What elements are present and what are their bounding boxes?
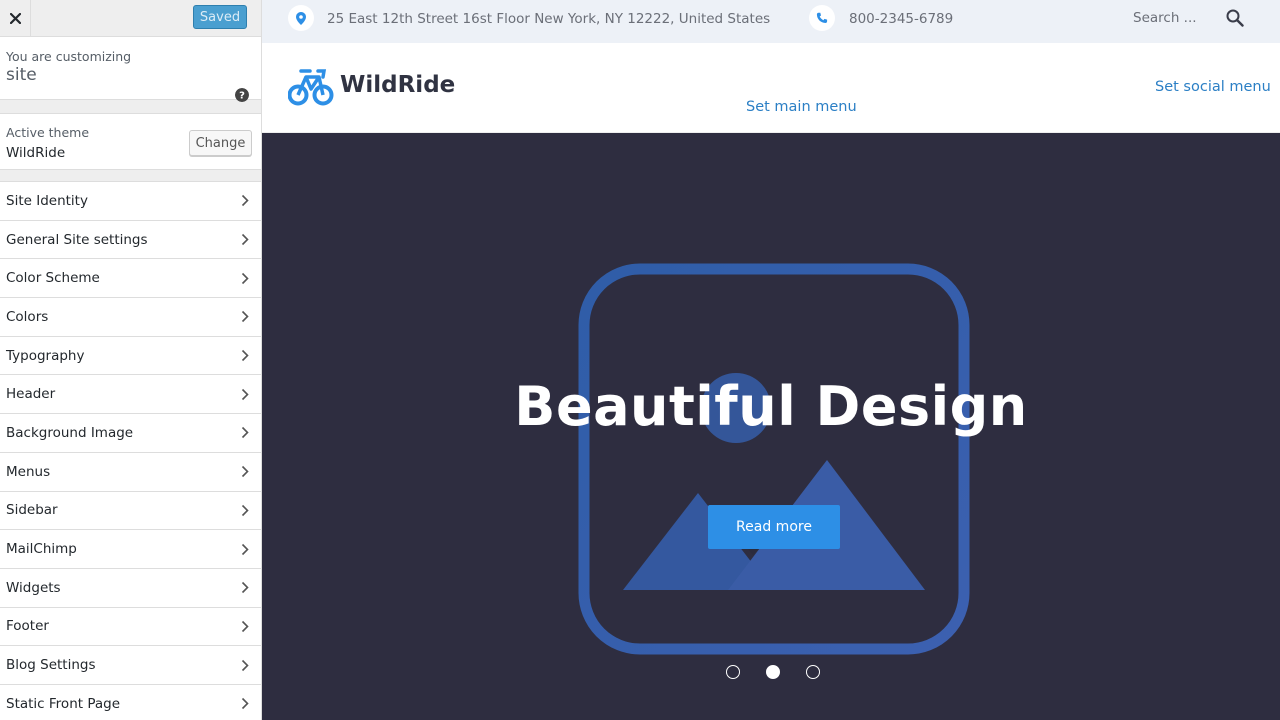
slider-dot-3[interactable] xyxy=(806,665,820,679)
customizer-sidebar: Saved You are customizing site ? Active … xyxy=(0,0,262,720)
section-typography[interactable]: Typography xyxy=(0,336,261,376)
customizing-target: site xyxy=(6,65,37,85)
section-header[interactable]: Header xyxy=(0,375,261,415)
section-label: MailChimp xyxy=(6,541,77,558)
phone-icon xyxy=(809,5,835,31)
site-address: 25 East 12th Street 16st Floor New York,… xyxy=(327,11,771,27)
close-icon xyxy=(9,12,21,24)
site-preview: 25 East 12th Street 16st Floor New York,… xyxy=(262,0,1280,720)
sidebar-divider xyxy=(0,170,261,182)
hero-illustration xyxy=(578,263,970,655)
section-label: Widgets xyxy=(6,579,61,596)
slider-dot-2[interactable] xyxy=(766,665,780,679)
chevron-right-icon xyxy=(241,350,249,362)
customizing-label: You are customizing xyxy=(6,49,132,64)
section-label: Static Front Page xyxy=(6,695,121,712)
section-label: Typography xyxy=(6,347,85,364)
svg-text:?: ? xyxy=(239,91,245,102)
help-icon[interactable]: ? xyxy=(235,88,249,102)
bicycle-logo-icon xyxy=(288,69,334,106)
section-menus[interactable]: Menus xyxy=(0,452,261,492)
chevron-right-icon xyxy=(241,233,249,246)
hero-title: Beautiful Design xyxy=(514,375,1028,438)
site-header: WildRide Set main menu Set social menu xyxy=(262,43,1280,133)
customizer-header: Saved xyxy=(0,0,261,37)
slider-pagination xyxy=(726,665,820,679)
section-label: Footer xyxy=(6,618,49,635)
section-label: Menus xyxy=(6,463,51,480)
site-logo[interactable]: WildRide xyxy=(288,62,455,108)
section-label: Colors xyxy=(6,308,49,325)
app: Saved You are customizing site ? Active … xyxy=(0,0,1280,720)
chevron-right-icon xyxy=(241,543,249,555)
section-label: General Site settings xyxy=(6,231,148,248)
section-background-image[interactable]: Background Image xyxy=(0,414,261,453)
customizing-info: You are customizing site ? xyxy=(0,37,261,102)
chevron-right-icon xyxy=(241,620,249,632)
map-pin-icon xyxy=(288,5,314,31)
active-theme-panel: Active theme WildRide Change xyxy=(0,114,261,170)
logo-text: WildRide xyxy=(340,72,456,98)
slider-dot-1[interactable] xyxy=(726,665,740,679)
site-topbar: 25 East 12th Street 16st Floor New York,… xyxy=(262,0,1280,43)
section-widgets[interactable]: Widgets xyxy=(0,568,261,608)
section-static-front-page[interactable]: Static Front Page xyxy=(0,684,261,720)
section-label: Color Scheme xyxy=(6,270,100,287)
saved-button[interactable]: Saved xyxy=(193,5,247,29)
read-more-button[interactable]: Read more xyxy=(708,505,840,555)
set-main-menu-link[interactable]: Set main menu xyxy=(746,99,857,115)
chevron-right-icon xyxy=(241,659,249,671)
chevron-right-icon xyxy=(241,195,249,207)
section-label: Header xyxy=(6,386,56,403)
search-icon[interactable] xyxy=(1226,9,1244,27)
hero-slider: Beautiful Design Read more xyxy=(262,133,1280,720)
chevron-right-icon xyxy=(241,272,249,284)
section-general-site-settings[interactable]: General Site settings xyxy=(0,220,261,260)
chevron-right-icon xyxy=(241,388,249,400)
set-social-menu-link[interactable]: Set social menu xyxy=(1155,79,1271,95)
section-colors[interactable]: Colors xyxy=(0,298,261,337)
section-blog-settings[interactable]: Blog Settings xyxy=(0,646,261,685)
section-label: Site Identity xyxy=(6,192,88,209)
change-theme-button[interactable]: Change xyxy=(189,130,252,156)
chevron-right-icon xyxy=(241,311,249,323)
chevron-right-icon xyxy=(241,582,249,594)
site-phone: 800-2345-6789 xyxy=(849,11,954,27)
chevron-right-icon xyxy=(241,466,249,478)
customizer-sections: Site Identity General Site settings Colo… xyxy=(0,182,261,720)
section-color-scheme[interactable]: Color Scheme xyxy=(0,259,261,299)
chevron-right-icon xyxy=(241,427,249,439)
section-label: Sidebar xyxy=(6,502,58,519)
section-site-identity[interactable]: Site Identity xyxy=(0,182,261,221)
section-label: Background Image xyxy=(6,424,134,441)
search-input[interactable]: Search ... xyxy=(1133,10,1197,26)
chevron-right-icon xyxy=(241,698,249,710)
section-sidebar[interactable]: Sidebar xyxy=(0,491,261,531)
section-footer[interactable]: Footer xyxy=(0,607,261,647)
section-label: Blog Settings xyxy=(6,657,96,674)
close-customizer-button[interactable] xyxy=(0,0,31,36)
sidebar-divider xyxy=(0,100,261,114)
chevron-right-icon xyxy=(241,504,249,516)
section-mailchimp[interactable]: MailChimp xyxy=(0,530,261,569)
